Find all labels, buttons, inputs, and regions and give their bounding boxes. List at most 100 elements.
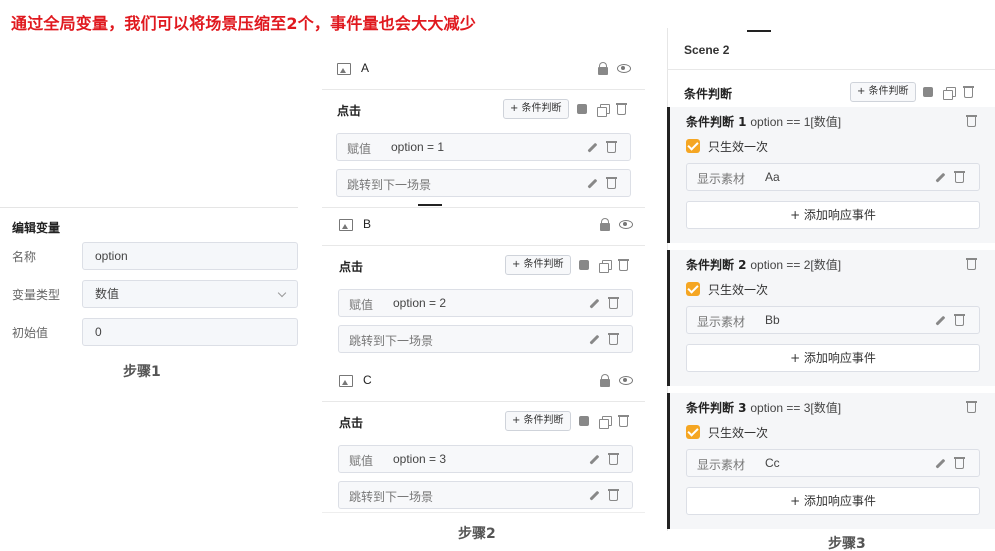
assign-row-c[interactable]: 赋值 option = 3 <box>338 445 633 473</box>
pencil-icon[interactable] <box>589 454 600 465</box>
once-label: 只生效一次 <box>708 426 769 440</box>
jump-row-b[interactable]: 跳转到下一场景 <box>338 325 633 353</box>
eye-icon[interactable] <box>619 220 633 229</box>
material-value: Bb <box>765 313 780 327</box>
trash-icon[interactable] <box>954 171 965 183</box>
name-input[interactable]: option <box>82 242 298 270</box>
condition-name: 条件判断 1 <box>686 115 747 129</box>
pencil-icon[interactable] <box>589 334 600 345</box>
add-response-event-button[interactable]: + 添加响应事件 <box>686 487 980 515</box>
assign-row-b[interactable]: 赋值 option = 2 <box>338 289 633 317</box>
checkbox-checked-icon[interactable] <box>686 282 700 296</box>
checkbox-checked-icon[interactable] <box>686 425 700 439</box>
edit-icon[interactable] <box>577 104 587 114</box>
trash-icon[interactable] <box>608 489 619 501</box>
condition-title: 条件判断 3 option == 3[数值] <box>686 399 841 416</box>
variable-type-value: 数值 <box>95 287 120 301</box>
condition-name: 条件判断 2 <box>686 258 747 272</box>
trash-icon[interactable] <box>608 333 619 345</box>
edit-icon[interactable] <box>923 87 933 97</box>
divider <box>322 245 645 246</box>
scene-a-header[interactable]: A <box>337 61 637 81</box>
edit-icon[interactable] <box>579 416 589 426</box>
variable-type-select[interactable]: 数值 <box>82 280 298 308</box>
scene-b-header[interactable]: B <box>339 217 639 237</box>
material-label: 显示素材 <box>697 458 746 472</box>
condition-card-3: 条件判断 3 option == 3[数值] 只生效一次 显示素材 Cc + 添… <box>667 393 995 529</box>
image-icon <box>337 63 351 75</box>
trash-icon[interactable] <box>963 86 974 98</box>
material-row[interactable]: 显示素材 Bb <box>686 306 980 334</box>
jump-row-a[interactable]: 跳转到下一场景 <box>336 169 631 197</box>
pencil-icon[interactable] <box>935 315 946 326</box>
condition-title: 条件判断 2 option == 2[数值] <box>686 256 841 273</box>
condition-card-1: 条件判断 1 option == 1[数值] 只生效一次 显示素材 Aa + 添… <box>667 107 995 243</box>
divider <box>322 207 645 208</box>
trash-icon[interactable] <box>966 258 977 270</box>
jump-label: 跳转到下一场景 <box>347 178 432 192</box>
trash-icon[interactable] <box>966 401 977 413</box>
pencil-icon[interactable] <box>935 172 946 183</box>
trash-icon[interactable] <box>616 103 627 115</box>
once-label: 只生效一次 <box>708 140 769 154</box>
material-value: Aa <box>765 170 780 184</box>
image-icon <box>339 219 353 231</box>
step2-label: 步骤2 <box>458 526 496 542</box>
material-row[interactable]: 显示素材 Aa <box>686 163 980 191</box>
pencil-icon[interactable] <box>589 298 600 309</box>
once-label: 只生效一次 <box>708 283 769 297</box>
divider <box>667 69 995 70</box>
add-response-event-button[interactable]: + 添加响应事件 <box>686 201 980 229</box>
trash-icon[interactable] <box>608 453 619 465</box>
trash-icon[interactable] <box>606 177 617 189</box>
copy-icon[interactable] <box>599 260 612 273</box>
jump-row-c[interactable]: 跳转到下一场景 <box>338 481 633 509</box>
material-row[interactable]: 显示素材 Cc <box>686 449 980 477</box>
initial-value-input[interactable]: 0 <box>82 318 298 346</box>
trash-icon[interactable] <box>618 259 629 271</box>
trash-icon[interactable] <box>618 415 629 427</box>
add-condition-button-c[interactable]: + 条件判断 <box>505 411 571 431</box>
add-condition-button-a[interactable]: + 条件判断 <box>503 99 569 119</box>
pencil-icon[interactable] <box>935 458 946 469</box>
trash-icon[interactable] <box>966 115 977 127</box>
copy-icon[interactable] <box>597 104 610 117</box>
eye-icon[interactable] <box>617 64 631 73</box>
condition-expression: option == 1[数值] <box>750 115 842 129</box>
condition-expression: option == 3[数值] <box>750 401 842 415</box>
assign-label: 赋值 <box>349 298 374 312</box>
trash-icon[interactable] <box>954 457 965 469</box>
assign-label: 赋值 <box>349 454 374 468</box>
checkbox-checked-icon[interactable] <box>686 139 700 153</box>
drag-indicator <box>418 204 442 206</box>
scene-c-header[interactable]: C <box>339 373 639 393</box>
condition-title: 条件判断 1 option == 1[数值] <box>686 113 841 130</box>
name-label: 名称 <box>12 250 37 264</box>
scene-c-name: C <box>363 373 372 387</box>
assign-row-a[interactable]: 赋值 option = 1 <box>336 133 631 161</box>
copy-icon[interactable] <box>943 87 956 100</box>
pencil-icon[interactable] <box>589 490 600 501</box>
condition-card-2: 条件判断 2 option == 2[数值] 只生效一次 显示素材 Bb + 添… <box>667 250 995 386</box>
lock-icon[interactable] <box>600 218 610 231</box>
pencil-icon[interactable] <box>587 178 598 189</box>
add-condition-button[interactable]: + 条件判断 <box>850 82 916 102</box>
trash-icon[interactable] <box>608 297 619 309</box>
add-response-event-button[interactable]: + 添加响应事件 <box>686 344 980 372</box>
pencil-icon[interactable] <box>587 142 598 153</box>
trash-icon[interactable] <box>606 141 617 153</box>
edit-icon[interactable] <box>579 260 589 270</box>
assign-value: option = 2 <box>393 296 447 310</box>
variable-type-label: 变量类型 <box>12 288 61 302</box>
material-label: 显示素材 <box>697 315 746 329</box>
step1-label: 步骤1 <box>123 364 161 380</box>
trash-icon[interactable] <box>954 314 965 326</box>
eye-icon[interactable] <box>619 376 633 385</box>
copy-icon[interactable] <box>599 416 612 429</box>
assign-value: option = 3 <box>393 452 447 466</box>
add-condition-button-b[interactable]: + 条件判断 <box>505 255 571 275</box>
lock-icon[interactable] <box>600 374 610 387</box>
condition-expression: option == 2[数值] <box>750 258 842 272</box>
lock-icon[interactable] <box>598 62 608 75</box>
assign-label: 赋值 <box>347 142 372 156</box>
